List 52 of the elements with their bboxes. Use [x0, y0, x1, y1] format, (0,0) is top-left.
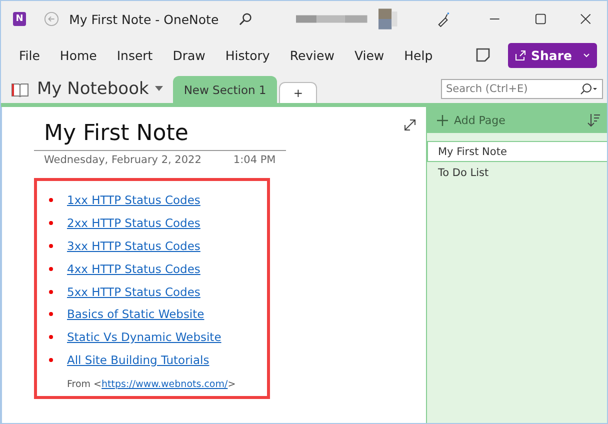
menu-item[interactable]: File — [11, 48, 50, 62]
bullet-icon — [49, 221, 53, 226]
bullet-icon — [49, 266, 53, 271]
page-item[interactable]: My First Note — [427, 141, 607, 162]
link[interactable]: Basics of Static Website — [67, 307, 204, 322]
section-tab[interactable]: + — [279, 82, 318, 103]
menu-item[interactable]: Insert — [106, 48, 163, 62]
source-link[interactable]: https://www.webnots.com/ — [102, 379, 228, 390]
note-date: Wednesday, February 2, 2022 — [44, 154, 202, 166]
search-field[interactable]: Search (Ctrl+E) — [441, 79, 603, 99]
link[interactable]: 5xx HTTP Status Codes — [67, 284, 200, 299]
bullet-icon — [49, 244, 53, 248]
close-icon[interactable] — [580, 13, 592, 25]
notebook-icon[interactable] — [11, 83, 29, 97]
share-icon — [515, 50, 526, 60]
link[interactable]: 3xx HTTP Status Codes — [67, 238, 200, 253]
bullet-icon — [49, 312, 53, 316]
search-icon — [580, 83, 598, 95]
source-line: From <https://www.webnots.com/> — [67, 379, 237, 390]
share-button[interactable]: Share — [508, 42, 597, 68]
note-title: My First Note — [44, 121, 188, 146]
bullet-icon — [49, 198, 53, 202]
bullet-icon — [49, 358, 53, 362]
add-page-button[interactable]: Add Page — [454, 114, 506, 126]
menu-item[interactable]: Help — [394, 48, 443, 62]
caret-icon[interactable] — [154, 86, 163, 91]
window-title: My First Note - OneNote — [69, 12, 219, 26]
bullet-icon — [49, 335, 53, 340]
plus-icon[interactable] — [437, 114, 448, 126]
link[interactable]: All Site Building Tutorials — [67, 352, 210, 367]
menu-item[interactable]: Review — [280, 48, 344, 62]
menu-item[interactable]: View — [344, 48, 394, 62]
section-tab[interactable]: New Section 1 — [172, 76, 278, 103]
sort-icon[interactable] — [587, 113, 601, 127]
link[interactable]: 4xx HTTP Status Codes — [67, 262, 200, 276]
maximize-icon[interactable] — [534, 13, 546, 25]
expand-icon[interactable] — [404, 119, 416, 131]
page-item[interactable]: To Do List — [427, 162, 607, 183]
notebook-name[interactable]: My Notebook — [37, 79, 149, 99]
search-icon[interactable] — [238, 12, 252, 26]
bullet-icon — [49, 290, 53, 294]
menu-item[interactable]: Home — [50, 48, 107, 62]
link[interactable]: 1xx HTTP Status Codes — [67, 193, 200, 208]
caret-icon — [583, 52, 590, 58]
note-time: 1:04 PM — [233, 154, 276, 166]
sticky-note-icon[interactable] — [476, 48, 490, 62]
menu-item[interactable]: History — [215, 48, 280, 62]
link[interactable]: 2xx HTTP Status Codes — [67, 216, 200, 230]
app-logo-icon: N — [13, 12, 26, 26]
link[interactable]: Static Vs Dynamic Website — [67, 330, 222, 344]
magic-wand-icon[interactable] — [436, 11, 452, 27]
menu-item[interactable]: Draw — [162, 48, 216, 62]
